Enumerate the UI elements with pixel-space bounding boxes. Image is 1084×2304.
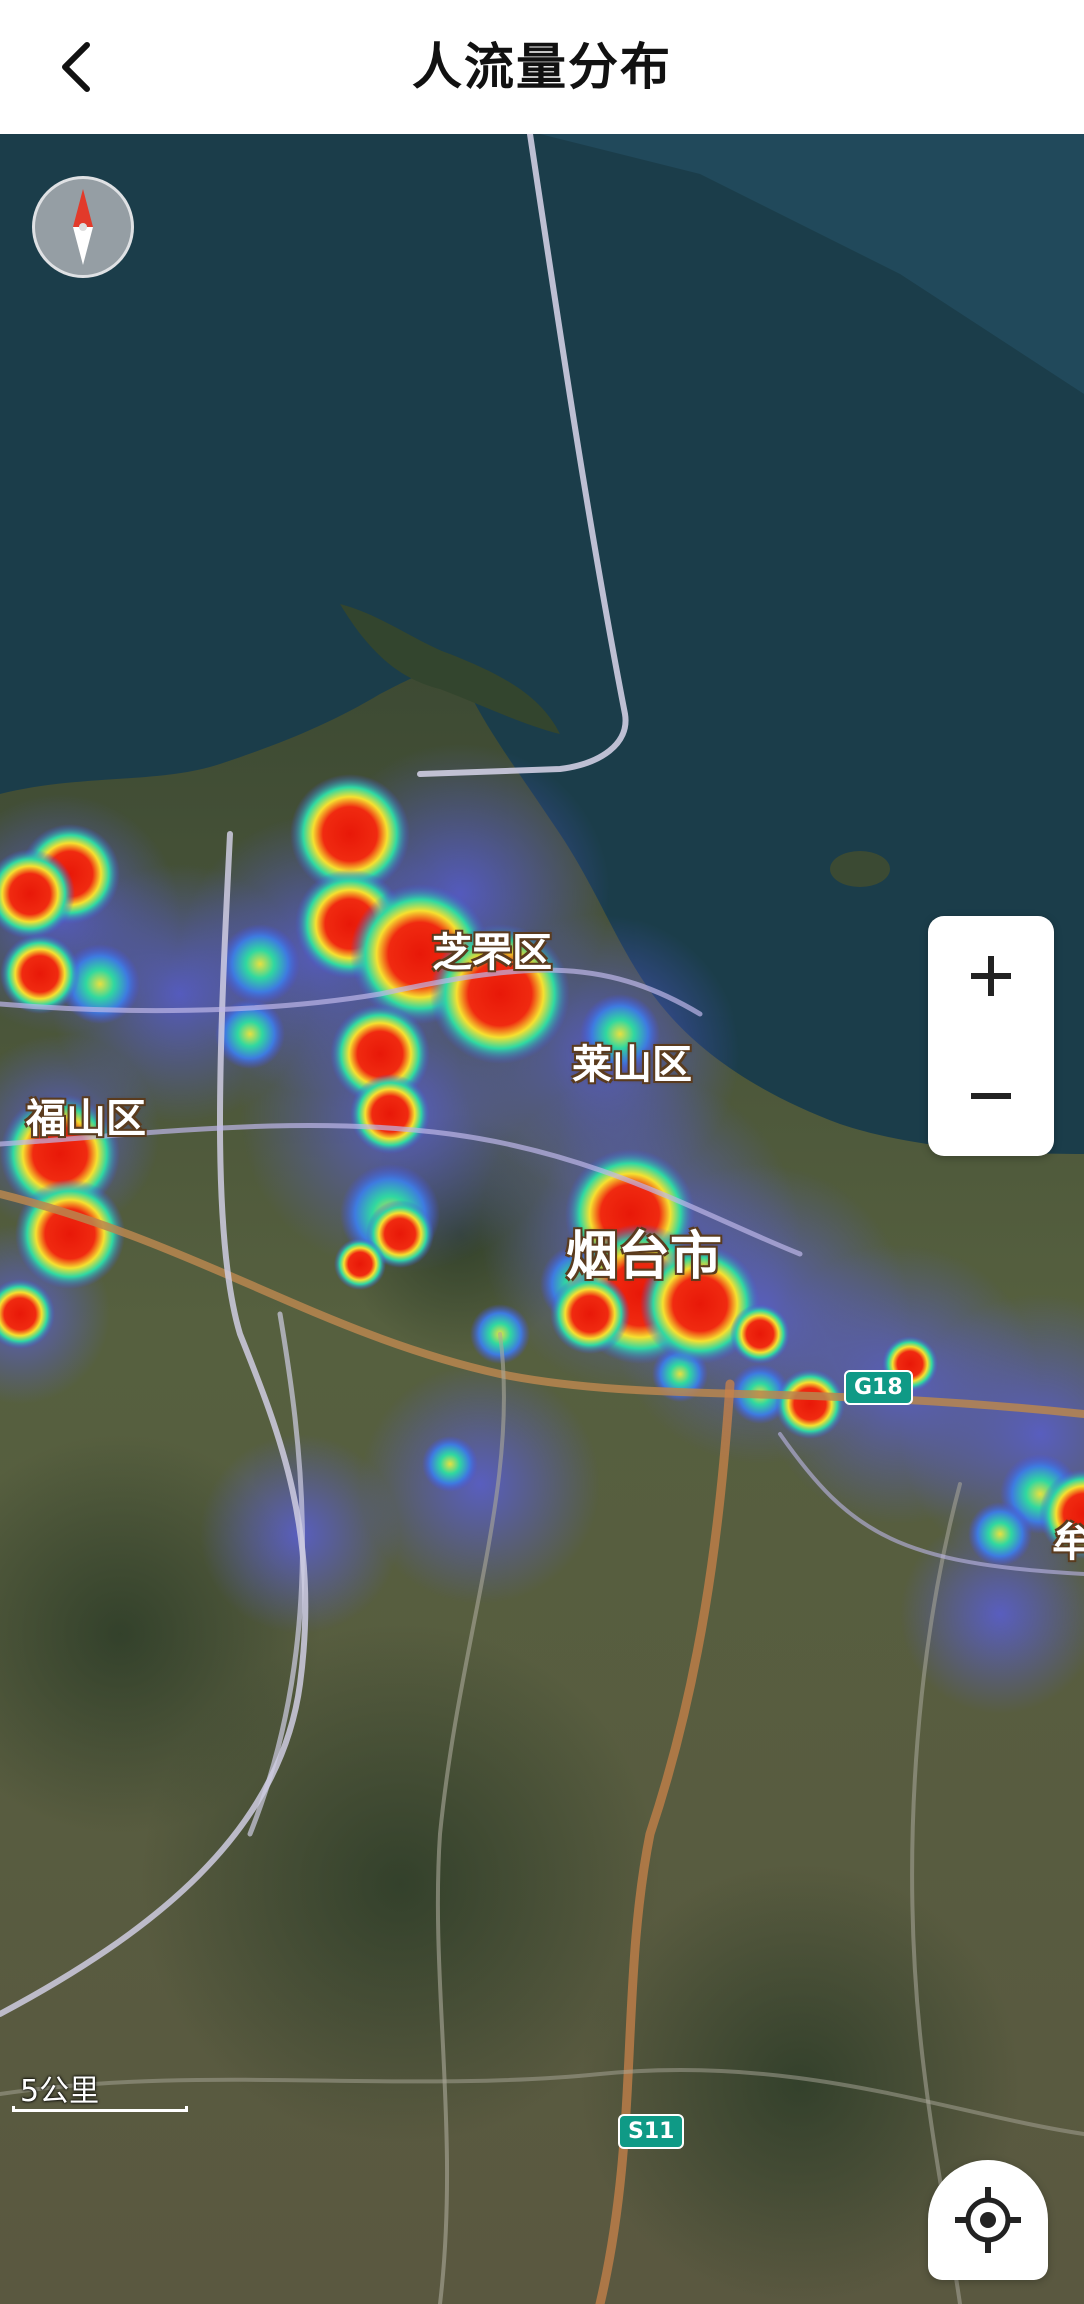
zoom-in-button[interactable] bbox=[928, 916, 1054, 1036]
compass-button[interactable] bbox=[32, 176, 134, 278]
label-zhifu-district: 芝罘区 bbox=[432, 930, 552, 976]
scale-label: 5公里 bbox=[20, 2074, 100, 2109]
label-fushan-district: 福山区 bbox=[26, 1096, 146, 1142]
map-view[interactable]: 芝罘区 莱山区 福山区 烟台市 牟 G18 S11 5公里 bbox=[0, 134, 1084, 2304]
scale-ruler bbox=[12, 2106, 188, 2112]
app-header: 人流量分布 bbox=[0, 0, 1084, 134]
label-mu-partial: 牟 bbox=[1052, 1520, 1084, 1566]
zoom-out-button[interactable] bbox=[928, 1036, 1054, 1156]
locate-button[interactable] bbox=[928, 2160, 1048, 2280]
page-title: 人流量分布 bbox=[412, 38, 672, 96]
zoom-control bbox=[928, 916, 1054, 1156]
scale-bar: 5公里 bbox=[12, 2066, 192, 2116]
compass-icon bbox=[73, 189, 93, 265]
satellite-map[interactable] bbox=[0, 134, 1084, 2304]
road-shield-s11: S11 bbox=[618, 2114, 685, 2149]
label-yantai-city: 烟台市 bbox=[566, 1227, 723, 1287]
road-shield-g18: G18 bbox=[844, 1370, 913, 1405]
plus-icon bbox=[971, 956, 1011, 996]
label-laishan-district: 莱山区 bbox=[572, 1042, 692, 1088]
crosshair-icon bbox=[955, 2187, 1021, 2253]
minus-icon bbox=[971, 1093, 1011, 1099]
